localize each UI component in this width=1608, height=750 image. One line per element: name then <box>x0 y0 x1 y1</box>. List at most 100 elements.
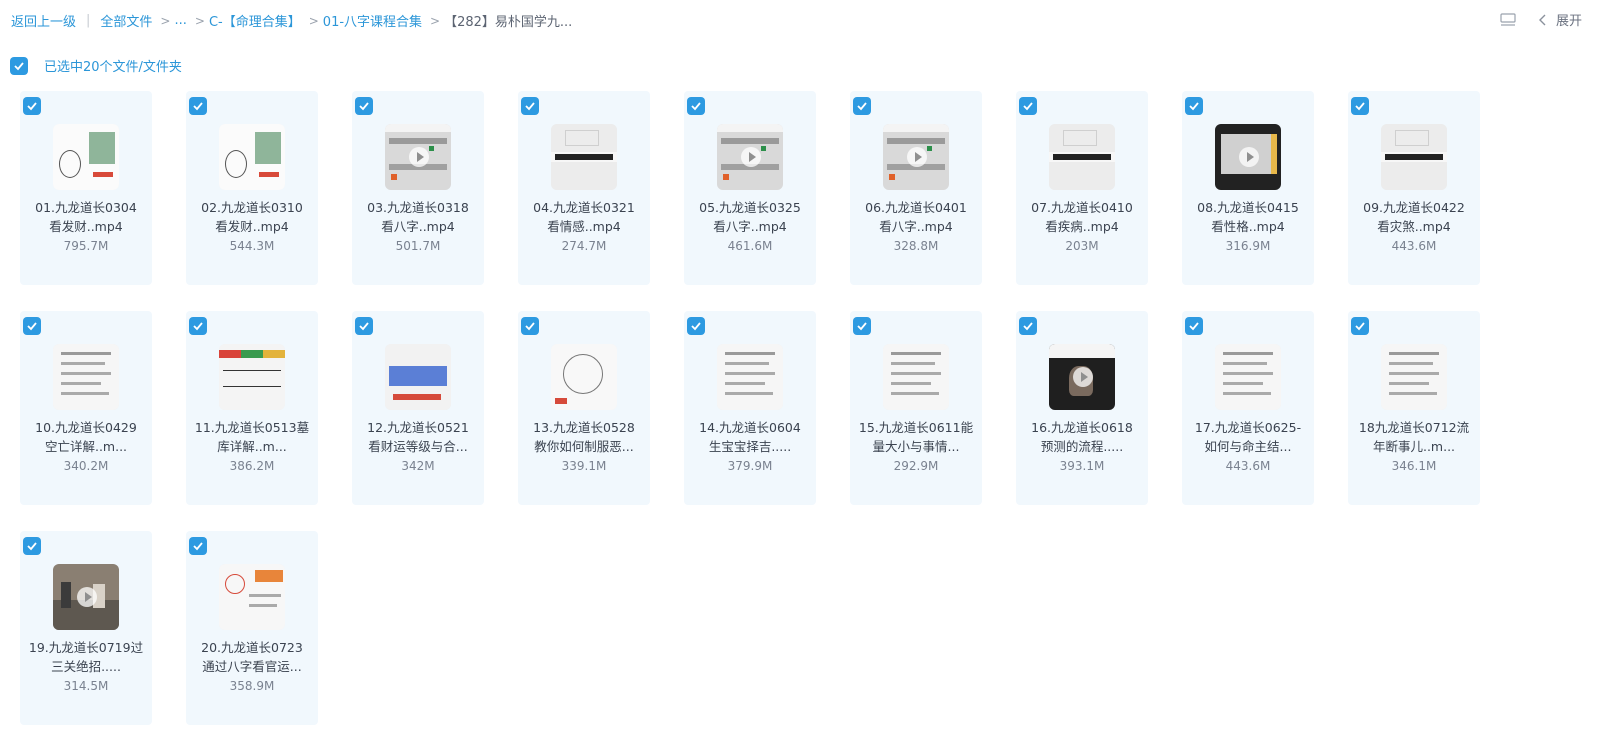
video-thumbnail <box>551 344 617 410</box>
breadcrumb-separator: > <box>430 13 441 28</box>
file-card[interactable]: 16.九龙道长0618 预测的流程..... 393.1M <box>1016 311 1148 505</box>
file-size: 203M <box>1065 239 1099 253</box>
file-name: 15.九龙道长0611能 量大小与事情... <box>858 420 974 454</box>
file-card[interactable]: 11.九龙道长0513墓 库详解..m... 386.2M <box>186 311 318 505</box>
file-card[interactable]: 20.九龙道长0723 通过八字看官运... 358.9M <box>186 531 318 725</box>
file-card[interactable]: 02.九龙道长0310 看发财..mp4 544.3M <box>186 91 318 285</box>
video-thumbnail <box>385 124 451 190</box>
file-name: 06.九龙道长0401 看八字..mp4 <box>865 200 967 234</box>
file-checkbox[interactable] <box>521 317 539 335</box>
file-card[interactable]: 18九龙道长0712流 年断事儿..m... 346.1M <box>1348 311 1480 505</box>
file-name: 19.九龙道长0719过 三关绝招..... <box>28 640 144 674</box>
file-card[interactable]: 08.九龙道长0415 看性格..mp4 316.9M <box>1182 91 1314 285</box>
file-checkbox[interactable] <box>355 97 373 115</box>
file-checkbox[interactable] <box>23 537 41 555</box>
select-all-bar: 已选中20个文件/文件夹 <box>10 56 182 75</box>
file-checkbox[interactable] <box>23 317 41 335</box>
file-card[interactable]: 17.九龙道长0625- 如何与命主结... 443.6M <box>1182 311 1314 505</box>
chevron-left-icon[interactable] <box>1538 14 1548 26</box>
file-checkbox[interactable] <box>853 317 871 335</box>
view-mode-icon[interactable] <box>1500 12 1516 27</box>
file-checkbox[interactable] <box>1019 97 1037 115</box>
file-checkbox[interactable] <box>1185 317 1203 335</box>
file-checkbox[interactable] <box>1351 317 1369 335</box>
file-size: 346.1M <box>1391 459 1437 473</box>
file-size: 461.6M <box>727 239 773 253</box>
breadcrumb: 返回上一级 | 全部文件 > ... > C-【命理合集】 > 01-八字课程合… <box>11 11 572 30</box>
video-thumbnail <box>1381 344 1447 410</box>
breadcrumb-divider: | <box>86 13 91 28</box>
check-icon <box>359 322 369 331</box>
file-name: 09.九龙道长0422 看灾煞..mp4 <box>1363 200 1465 234</box>
file-checkbox[interactable] <box>189 97 207 115</box>
video-thumbnail <box>53 564 119 630</box>
check-icon <box>857 102 867 111</box>
file-size: 328.8M <box>893 239 939 253</box>
breadcrumb-level2[interactable]: 01-八字课程合集 <box>323 11 422 30</box>
video-thumbnail <box>1381 124 1447 190</box>
file-name: 13.九龙道长0528 教你如何制服恶... <box>533 420 635 454</box>
video-thumbnail <box>1049 124 1115 190</box>
file-checkbox[interactable] <box>1185 97 1203 115</box>
check-icon <box>193 322 203 331</box>
check-icon <box>27 102 37 111</box>
file-card[interactable]: 07.九龙道长0410 看疾病..mp4 203M <box>1016 91 1148 285</box>
file-card[interactable]: 14.九龙道长0604 生宝宝择吉..... 379.9M <box>684 311 816 505</box>
file-checkbox[interactable] <box>355 317 373 335</box>
file-name: 20.九龙道长0723 通过八字看官运... <box>201 640 303 674</box>
file-size: 316.9M <box>1225 239 1271 253</box>
breadcrumb-ellipsis[interactable]: ... <box>174 13 186 28</box>
video-thumbnail <box>385 344 451 410</box>
breadcrumb-level1[interactable]: C-【命理合集】 <box>209 11 301 30</box>
file-name: 08.九龙道长0415 看性格..mp4 <box>1197 200 1299 234</box>
file-checkbox[interactable] <box>687 317 705 335</box>
video-thumbnail <box>53 124 119 190</box>
file-card[interactable]: 03.九龙道长0318 看八字..mp4 501.7M <box>352 91 484 285</box>
file-checkbox[interactable] <box>853 97 871 115</box>
breadcrumb-current: 【282】易朴国学九... <box>444 15 573 30</box>
file-size: 339.1M <box>561 459 607 473</box>
breadcrumb-all-files[interactable]: 全部文件 <box>100 11 152 30</box>
file-name: 11.九龙道长0513墓 库详解..m... <box>194 420 310 454</box>
file-size: 340.2M <box>63 459 109 473</box>
breadcrumb-separator: > <box>308 13 319 28</box>
back-link[interactable]: 返回上一级 <box>11 11 76 30</box>
file-name: 14.九龙道长0604 生宝宝择吉..... <box>699 420 801 454</box>
file-checkbox[interactable] <box>189 317 207 335</box>
check-icon <box>359 102 369 111</box>
check-icon <box>857 322 867 331</box>
breadcrumb-separator: > <box>194 13 205 28</box>
video-thumbnail <box>1215 124 1281 190</box>
file-name: 03.九龙道长0318 看八字..mp4 <box>367 200 469 234</box>
file-checkbox[interactable] <box>1019 317 1037 335</box>
top-bar: 返回上一级 | 全部文件 > ... > C-【命理合集】 > 01-八字课程合… <box>0 0 1608 38</box>
file-card[interactable]: 05.九龙道长0325 看八字..mp4 461.6M <box>684 91 816 285</box>
file-name: 10.九龙道长0429 空亡详解..m... <box>35 420 137 454</box>
file-size: 292.9M <box>893 459 939 473</box>
file-checkbox[interactable] <box>521 97 539 115</box>
file-size: 342M <box>401 459 435 473</box>
check-icon <box>691 102 701 111</box>
file-card[interactable]: 13.九龙道长0528 教你如何制服恶... 339.1M <box>518 311 650 505</box>
file-size: 358.9M <box>229 679 275 693</box>
file-card[interactable]: 10.九龙道长0429 空亡详解..m... 340.2M <box>20 311 152 505</box>
file-name: 04.九龙道长0321 看情感..mp4 <box>533 200 635 234</box>
file-card[interactable]: 15.九龙道长0611能 量大小与事情... 292.9M <box>850 311 982 505</box>
select-all-checkbox[interactable] <box>10 56 28 75</box>
file-checkbox[interactable] <box>23 97 41 115</box>
file-card[interactable]: 19.九龙道长0719过 三关绝招..... 314.5M <box>20 531 152 725</box>
file-card[interactable]: 06.九龙道长0401 看八字..mp4 328.8M <box>850 91 982 285</box>
file-checkbox[interactable] <box>687 97 705 115</box>
breadcrumb-separator: > <box>160 13 171 28</box>
file-card[interactable]: 12.九龙道长0521 看财运等级与合... 342M <box>352 311 484 505</box>
file-name: 12.九龙道长0521 看财运等级与合... <box>367 420 469 454</box>
file-card[interactable]: 04.九龙道长0321 看情感..mp4 274.7M <box>518 91 650 285</box>
video-thumbnail <box>219 124 285 190</box>
video-thumbnail <box>219 344 285 410</box>
file-checkbox[interactable] <box>189 537 207 555</box>
file-card[interactable]: 01.九龙道长0304 看发财..mp4 795.7M <box>20 91 152 285</box>
expand-button[interactable]: 展开 <box>1556 10 1582 29</box>
file-name: 01.九龙道长0304 看发财..mp4 <box>35 200 137 234</box>
file-card[interactable]: 09.九龙道长0422 看灾煞..mp4 443.6M <box>1348 91 1480 285</box>
file-checkbox[interactable] <box>1351 97 1369 115</box>
